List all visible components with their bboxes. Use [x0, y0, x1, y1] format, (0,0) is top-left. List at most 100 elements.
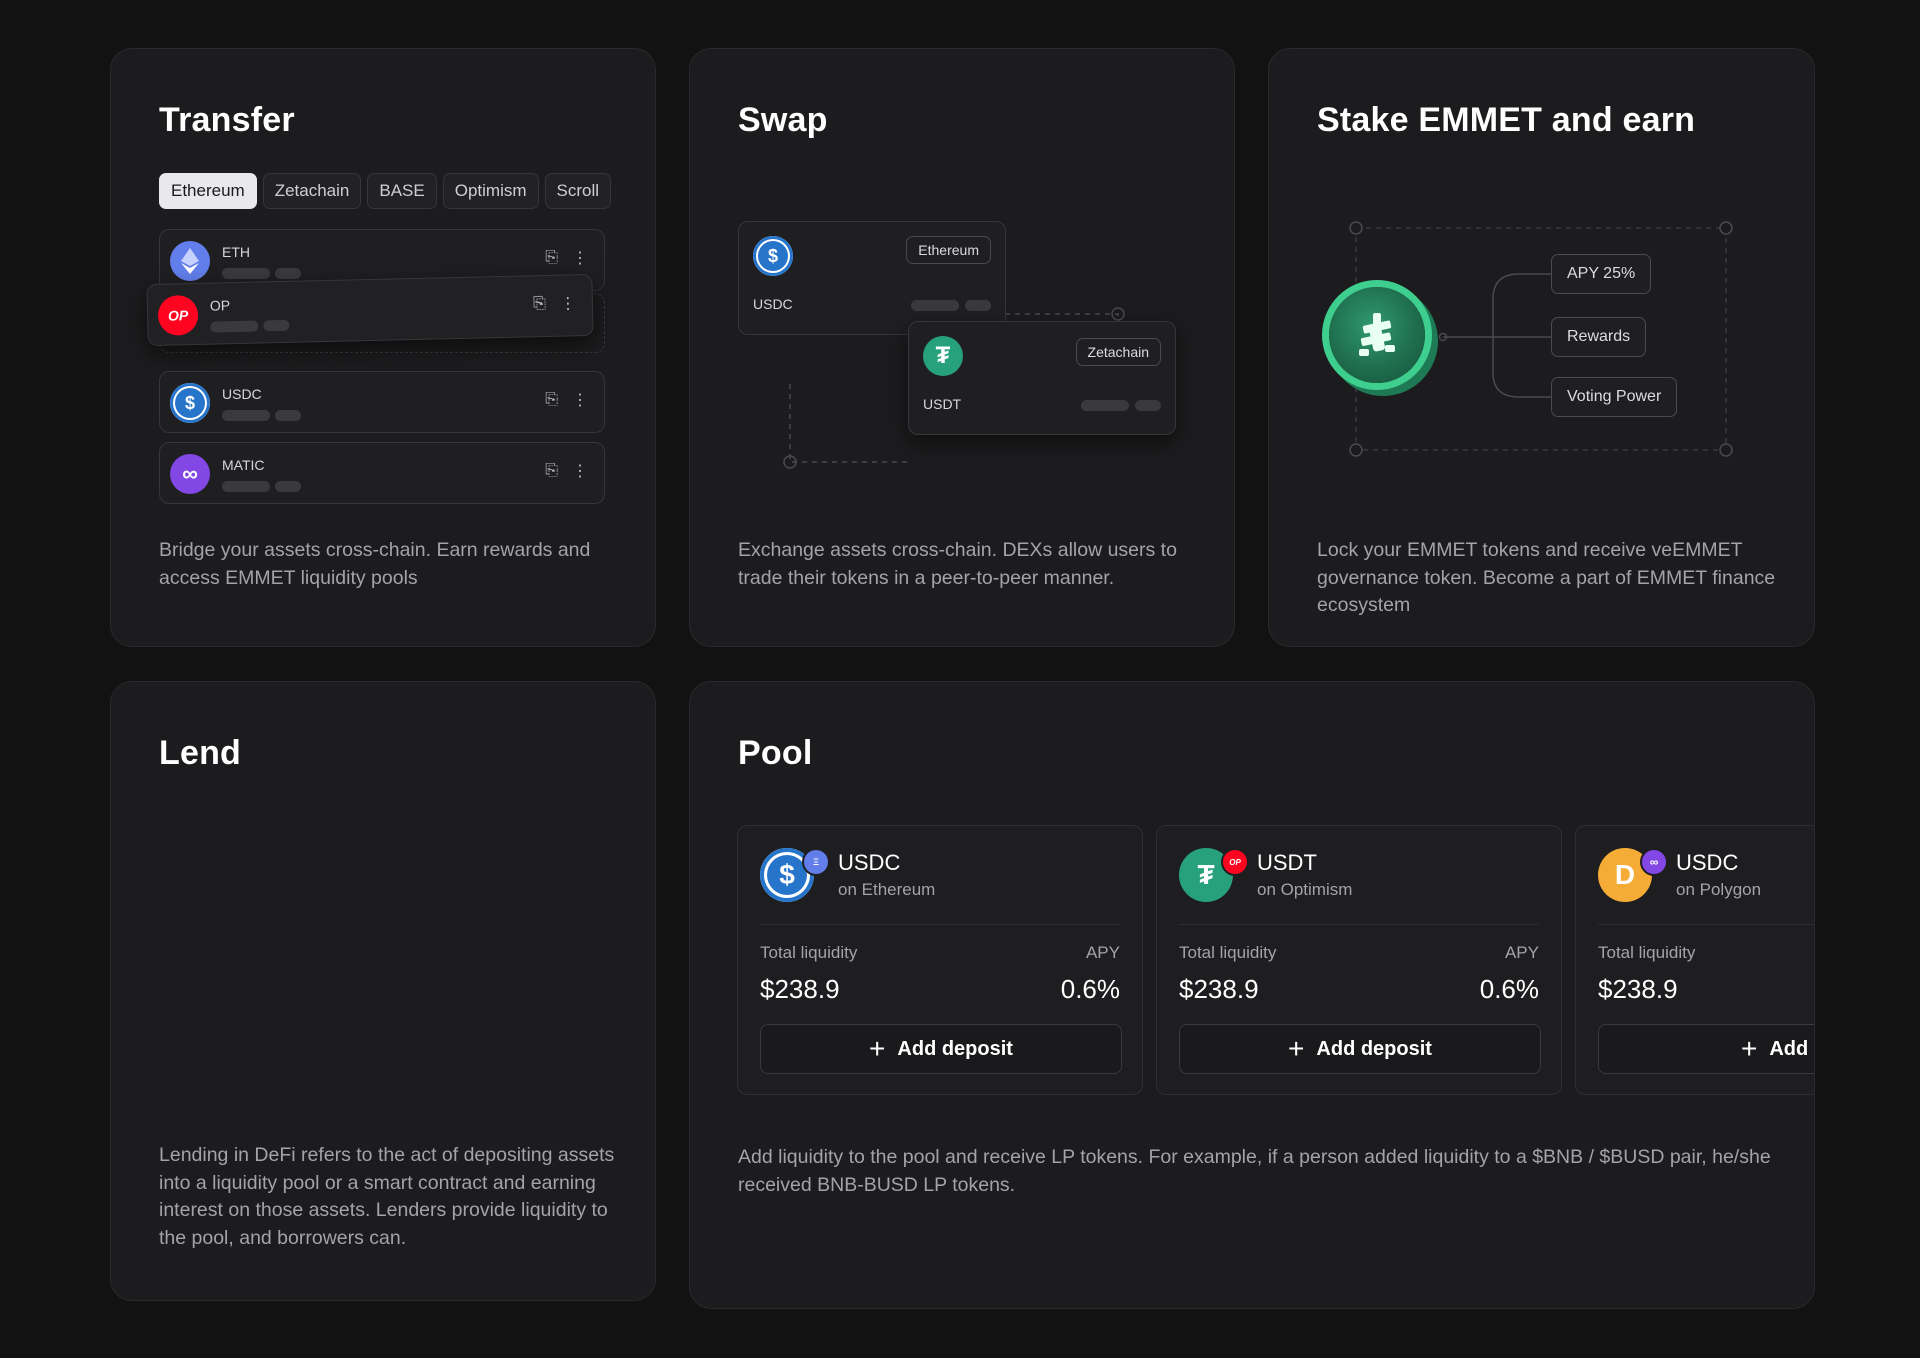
divider [1179, 924, 1539, 925]
benefit-voting-power: Voting Power [1551, 377, 1678, 417]
apy-label: APY [1085, 943, 1120, 962]
row-actions: ⎘ ⋮ [545, 248, 588, 268]
plus-icon: + [1288, 1033, 1305, 1064]
tether-icon: ₮ [923, 336, 963, 376]
token-symbol: MATIC [222, 457, 265, 473]
more-vertical-icon[interactable]: ⋮ [572, 461, 588, 481]
button-label: Add deposit [897, 1037, 1013, 1060]
tab-base[interactable]: BASE [367, 173, 437, 209]
token-symbol: ETH [222, 244, 250, 260]
pool-network: on Optimism [1257, 880, 1353, 899]
stake-title: Stake EMMET and earn [1317, 101, 1696, 139]
lend-card: Lend Lending in DeFi refers to the act o… [110, 681, 656, 1301]
skeleton-bar [263, 319, 290, 332]
plus-icon: + [1741, 1033, 1758, 1064]
token-symbol: USDC [222, 386, 262, 402]
skeleton-bar [1135, 400, 1161, 411]
plus-icon: + [869, 1033, 886, 1064]
divider [1598, 924, 1814, 925]
button-label: Add deposit [1316, 1037, 1432, 1060]
liquidity-value: $238.9 [1598, 974, 1678, 1004]
network-chip: Ethereum [906, 236, 991, 264]
add-deposit-button[interactable]: + Add deposit [1179, 1024, 1541, 1074]
pool-token-symbol: USDT [1257, 850, 1317, 875]
pool-title: Pool [738, 734, 813, 772]
more-vertical-icon[interactable]: ⋮ [560, 293, 576, 313]
token-row-op[interactable]: OP OP ⎘ ⋮ [146, 273, 594, 347]
skeleton-bar [222, 481, 270, 492]
emmet-coin-icon [1329, 287, 1425, 383]
row-actions: ⎘ ⋮ [545, 390, 588, 410]
button-label: Add [1769, 1037, 1809, 1060]
ethereum-icon [170, 241, 210, 281]
more-vertical-icon[interactable]: ⋮ [572, 390, 588, 410]
skeleton-bar [911, 300, 959, 311]
tab-zetachain[interactable]: Zetachain [262, 173, 362, 209]
token-row-matic[interactable]: ∞ MATIC ⎘ ⋮ [159, 442, 605, 504]
pool-item-usdt-optimism: ₮ OP USDT on Optimism Total liquidity AP… [1156, 825, 1562, 1095]
add-deposit-button[interactable]: + Add [1598, 1024, 1814, 1074]
swap-to-card[interactable]: ₮ Zetachain USDT [908, 321, 1176, 435]
transfer-card: Transfer Ethereum Zetachain BASE Optimis… [110, 48, 656, 647]
liquidity-label: Total liquidity [760, 943, 858, 962]
lend-title: Lend [159, 734, 242, 772]
pool-network: on Polygon [1676, 880, 1762, 899]
lend-description: Lending in DeFi refers to the act of dep… [159, 1144, 615, 1249]
transfer-description: Bridge your assets cross-chain. Earn rew… [159, 539, 591, 589]
skeleton-bar [275, 268, 301, 279]
pool-token-symbol: USDC [838, 850, 901, 875]
skeleton-bar [275, 481, 301, 492]
pool-network: on Ethereum [838, 880, 936, 899]
divider [760, 924, 1120, 925]
liquidity-value: $238.9 [1179, 974, 1259, 1004]
optimism-badge-icon: OP [1221, 848, 1249, 876]
copy-icon[interactable]: ⎘ [545, 462, 558, 480]
copy-icon[interactable]: ⎘ [533, 295, 546, 313]
skeleton-bar [1081, 400, 1129, 411]
token-row-usdc[interactable]: $ USDC ⎘ ⋮ [159, 371, 605, 433]
skeleton-bar [965, 300, 991, 311]
ethereum-badge-icon: Ξ [802, 848, 830, 876]
token-symbol: USDT [923, 396, 962, 412]
swap-description: Exchange assets cross-chain. DEXs allow … [738, 539, 1177, 589]
pool-token-symbol: USDC [1676, 850, 1739, 875]
tab-ethereum[interactable]: Ethereum [159, 173, 257, 209]
optimism-icon: OP [157, 294, 199, 336]
skeleton-bar [222, 268, 270, 279]
benefit-rewards: Rewards [1551, 317, 1647, 357]
swap-card: Swap $ Ethereum USDC ₮ Zetachain USDT Ex… [689, 48, 1235, 647]
pool-item-usdc-ethereum: $ Ξ USDC on Ethereum Total liquidity APY… [737, 825, 1143, 1095]
tab-scroll[interactable]: Scroll [544, 173, 612, 209]
usdc-icon: $ [170, 383, 210, 423]
network-tabs: Ethereum Zetachain BASE Optimism Scroll [159, 173, 612, 209]
usdc-icon: $ [753, 236, 793, 276]
liquidity-label: Total liquidity [1598, 943, 1696, 962]
liquidity-label: Total liquidity [1179, 943, 1277, 962]
skeleton-bar [275, 410, 301, 421]
copy-icon[interactable]: ⎘ [545, 391, 558, 409]
stake-card: Stake EMMET and earn APY 25% Rewards Vot… [1268, 48, 1815, 647]
row-actions: ⎘ ⋮ [545, 461, 588, 481]
apy-label: APY [1504, 943, 1539, 962]
more-vertical-icon[interactable]: ⋮ [572, 248, 588, 268]
apy-value: 0.6% [1060, 974, 1120, 1004]
polygon-icon: ∞ [170, 454, 210, 494]
pool-item-usdc-polygon: D ∞ USDC on Polygon Total liquidity $238… [1575, 825, 1814, 1095]
swap-from-card[interactable]: $ Ethereum USDC [738, 221, 1006, 335]
skeleton-bar [222, 410, 270, 421]
network-chip: Zetachain [1075, 338, 1161, 366]
add-deposit-button[interactable]: + Add deposit [760, 1024, 1122, 1074]
token-symbol: OP [209, 297, 231, 314]
skeleton-bar [210, 320, 259, 333]
transfer-title: Transfer [159, 101, 295, 139]
liquidity-value: $238.9 [760, 974, 840, 1004]
polygon-badge-icon: ∞ [1640, 848, 1668, 876]
token-symbol: USDC [753, 296, 793, 312]
stake-description: Lock your EMMET tokens and receive veEMM… [1317, 539, 1776, 616]
apy-value: 0.6% [1479, 974, 1539, 1004]
copy-icon[interactable]: ⎘ [545, 249, 558, 267]
row-actions: ⎘ ⋮ [533, 293, 576, 314]
swap-title: Swap [738, 101, 828, 139]
tab-optimism[interactable]: Optimism [442, 173, 539, 209]
benefit-apy: APY 25% [1551, 254, 1652, 294]
